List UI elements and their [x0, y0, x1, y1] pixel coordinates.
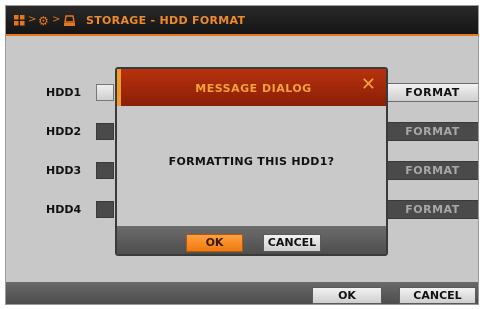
- storage-window: > ⚙ > STORAGE - HDD FORMAT HDD1 FORMAT H…: [5, 5, 479, 305]
- hdd4-info-button[interactable]: [96, 201, 114, 218]
- hdd4-label: HDD4: [46, 203, 82, 216]
- dialog-title: MESSAGE DIALOG: [195, 82, 312, 95]
- dialog-message: FORMATTING THIS HDD1?: [168, 155, 335, 168]
- hdd1-info-button[interactable]: [96, 84, 114, 101]
- dialog-footer: [117, 226, 386, 254]
- dialog-cancel-button[interactable]: CANCEL: [263, 234, 321, 252]
- close-icon[interactable]: ✕: [361, 75, 376, 95]
- title-bar: > ⚙ > STORAGE - HDD FORMAT: [6, 6, 478, 36]
- chevron-right-icon: >: [28, 14, 37, 25]
- gear-icon[interactable]: ⚙: [38, 14, 49, 28]
- dialog-ok-button[interactable]: OK: [186, 234, 243, 252]
- hdd2-label: HDD2: [46, 125, 82, 138]
- hdd3-info-button[interactable]: [96, 162, 114, 179]
- hdd2-format-button[interactable]: FORMAT: [383, 122, 478, 141]
- hdd4-format-button[interactable]: FORMAT: [383, 200, 478, 219]
- message-dialog: MESSAGE DIALOG ✕ FORMATTING THIS HDD1? O…: [115, 67, 388, 256]
- hdd2-info-button[interactable]: [96, 123, 114, 140]
- storage-icon: [63, 14, 76, 27]
- grid-icon[interactable]: [14, 14, 25, 26]
- hdd3-format-button[interactable]: FORMAT: [383, 161, 478, 180]
- chevron-right-icon: >: [52, 14, 61, 25]
- hdd3-label: HDD3: [46, 164, 82, 177]
- dialog-header: MESSAGE DIALOG ✕: [117, 69, 386, 106]
- ok-button[interactable]: OK: [312, 287, 382, 304]
- hdd1-format-button[interactable]: FORMAT: [383, 83, 478, 102]
- hdd1-label: HDD1: [46, 86, 82, 99]
- cancel-button[interactable]: CANCEL: [399, 287, 476, 304]
- page-title: STORAGE - HDD FORMAT: [86, 14, 246, 27]
